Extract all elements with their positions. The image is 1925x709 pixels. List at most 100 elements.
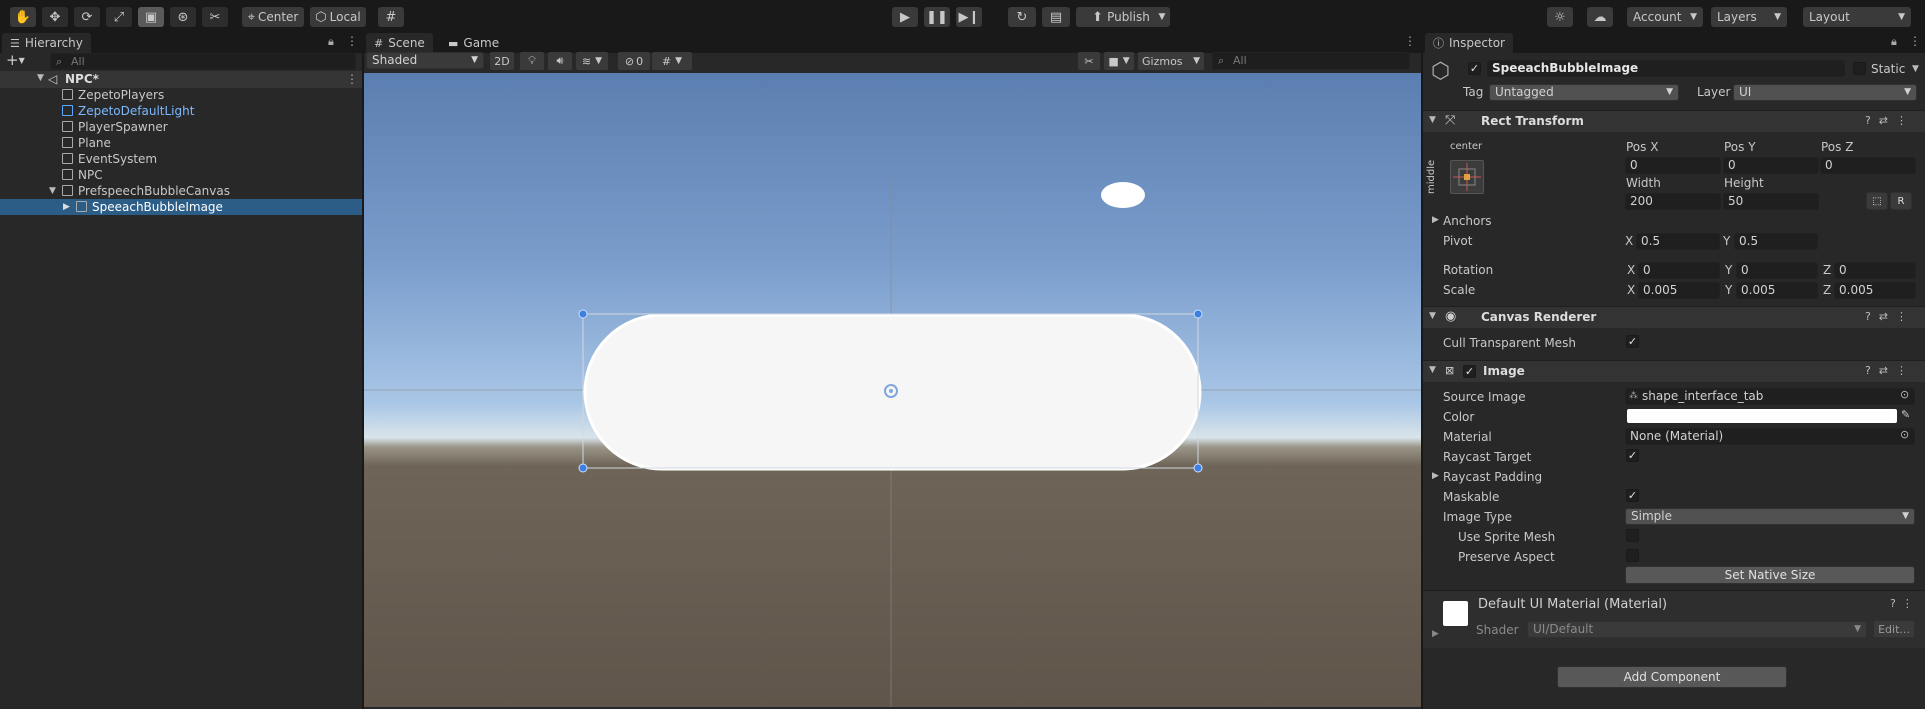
- rect-handle-bottom-left[interactable]: [578, 463, 588, 473]
- scale-tool-button[interactable]: ⤢: [106, 7, 132, 27]
- preset-icon[interactable]: ⇄: [1879, 310, 1896, 323]
- cloud-button[interactable]: ☁: [1587, 7, 1613, 27]
- height-field[interactable]: 50: [1723, 193, 1819, 210]
- use-sprite-mesh-checkbox[interactable]: [1626, 529, 1639, 542]
- add-component-button[interactable]: Add Component: [1557, 666, 1787, 688]
- image-enabled-checkbox[interactable]: ✓: [1463, 365, 1476, 378]
- lighting-toggle-button[interactable]: 💡︎: [520, 52, 544, 70]
- publish-dropdown-button[interactable]: ▼: [1154, 7, 1170, 27]
- hierarchy-item[interactable]: Plane: [0, 135, 362, 151]
- component-header-icons[interactable]: ?⇄⋮: [1865, 364, 1915, 377]
- grid-snap-button[interactable]: #: [378, 7, 404, 27]
- hierarchy-item[interactable]: ▼ PrefspeechBubbleCanvas: [0, 183, 362, 199]
- static-dropdown[interactable]: ▼: [1912, 64, 1919, 74]
- hierarchy-item[interactable]: EventSystem: [0, 151, 362, 167]
- pos-z-field[interactable]: 0: [1820, 157, 1916, 174]
- shader-edit-button[interactable]: Edit...: [1873, 620, 1915, 638]
- rotation-y-field[interactable]: 0: [1736, 262, 1818, 279]
- move-tool-button[interactable]: ✥: [42, 7, 68, 27]
- rect-transform-header[interactable]: ▼ ⤧ Rect Transform ?⇄⋮: [1423, 110, 1925, 132]
- camera-dropdown[interactable]: ■ ▼: [1104, 52, 1134, 70]
- gizmos-dropdown[interactable]: Gizmos ▼: [1138, 52, 1204, 70]
- object-name-field[interactable]: SpeeachBubbleImage: [1487, 60, 1845, 77]
- hierarchy-item[interactable]: NPC: [0, 167, 362, 183]
- preset-icon[interactable]: ⇄: [1879, 114, 1896, 127]
- object-picker-icon[interactable]: ⊙: [1900, 428, 1909, 441]
- preset-icon[interactable]: ⇄: [1879, 364, 1896, 377]
- tab-scene[interactable]: # Scene: [366, 33, 433, 53]
- transform-tool-button[interactable]: ⊛: [170, 7, 196, 27]
- preserve-aspect-checkbox[interactable]: [1626, 549, 1639, 562]
- grid-dropdown[interactable]: # ▼: [652, 52, 692, 70]
- rotation-z-field[interactable]: 0: [1834, 262, 1916, 279]
- services-button[interactable]: ☼: [1547, 7, 1573, 27]
- more-options-icon[interactable]: ⋮: [346, 34, 358, 48]
- audio-toggle-button[interactable]: 🔊︎: [548, 52, 572, 70]
- help-icon[interactable]: ?: [1865, 114, 1879, 127]
- create-button[interactable]: +▼: [6, 51, 25, 69]
- pause-button[interactable]: ❚❚: [924, 7, 950, 27]
- custom-tool-button[interactable]: ✂: [202, 7, 228, 27]
- effects-dropdown[interactable]: ≋ ▼: [576, 52, 608, 70]
- layout-dropdown[interactable]: Layout ▼: [1803, 7, 1911, 27]
- maskable-checkbox[interactable]: ✓: [1626, 489, 1639, 502]
- pivot-space-button[interactable]: ⬡ Local: [310, 7, 366, 27]
- scale-x-field[interactable]: 0.005: [1638, 282, 1720, 299]
- hand-tool-button[interactable]: ✋: [10, 7, 36, 27]
- scene-header-row[interactable]: ▼ ◁ NPC* ⋮: [0, 71, 362, 88]
- rotate-tool-button[interactable]: ⟳: [74, 7, 100, 27]
- pos-y-field[interactable]: 0: [1723, 157, 1819, 174]
- help-icon[interactable]: ?: [1890, 597, 1902, 610]
- lock-icon[interactable]: 🔒︎: [1891, 35, 1897, 49]
- anchors-expand-icon[interactable]: ▶: [1432, 215, 1439, 225]
- rect-handle-bottom-right[interactable]: [1193, 463, 1203, 473]
- pivot-mode-button[interactable]: ⌖ Center: [242, 7, 304, 27]
- step-button[interactable]: ▶❙: [956, 7, 982, 27]
- layers-dropdown[interactable]: Layers ▼: [1711, 7, 1787, 27]
- width-field[interactable]: 200: [1625, 193, 1721, 210]
- tab-hierarchy[interactable]: ☰ Hierarchy: [2, 33, 91, 53]
- tag-dropdown[interactable]: Untagged ▼: [1489, 84, 1679, 101]
- tools-toggle-button[interactable]: ✂: [1078, 52, 1100, 70]
- material-header-icons[interactable]: ?⋮: [1890, 597, 1919, 610]
- more-options-icon[interactable]: ⋮: [1404, 34, 1416, 48]
- component-header-icons[interactable]: ?⇄⋮: [1865, 310, 1915, 323]
- raycast-padding-label[interactable]: Raycast Padding: [1443, 470, 1542, 484]
- play-button[interactable]: ▶: [892, 7, 918, 27]
- rotation-x-field[interactable]: 0: [1638, 262, 1720, 279]
- hidden-objects-toggle[interactable]: ⊘ 0: [618, 52, 650, 70]
- raw-edit-button[interactable]: R: [1890, 192, 1912, 210]
- rect-tool-button[interactable]: ▣: [138, 7, 164, 27]
- hierarchy-item-selected[interactable]: ▶ SpeeachBubbleImage: [0, 199, 362, 215]
- cull-transparent-mesh-checkbox[interactable]: ✓: [1626, 335, 1639, 348]
- color-field[interactable]: [1627, 409, 1897, 423]
- set-native-size-button[interactable]: Set Native Size: [1625, 566, 1915, 584]
- shading-mode-dropdown[interactable]: Shaded ▼: [366, 52, 484, 69]
- shader-dropdown[interactable]: UI/Default ▼: [1527, 621, 1867, 638]
- raycast-target-checkbox[interactable]: ✓: [1626, 449, 1639, 462]
- image-type-dropdown[interactable]: Simple ▼: [1625, 508, 1915, 525]
- object-picker-icon[interactable]: ⊙: [1900, 388, 1909, 401]
- more-options-icon[interactable]: ⋮: [346, 72, 358, 86]
- active-checkbox[interactable]: ✓: [1468, 62, 1481, 75]
- help-icon[interactable]: ?: [1865, 364, 1879, 377]
- help-icon[interactable]: ?: [1865, 310, 1879, 323]
- hierarchy-item[interactable]: ZepetoDefaultLight: [0, 103, 362, 119]
- hierarchy-search-input[interactable]: ⌕ All: [50, 53, 356, 70]
- more-options-icon[interactable]: ⋮: [1896, 114, 1915, 127]
- scene-viewport[interactable]: [364, 73, 1421, 707]
- rect-handle-top-left[interactable]: [578, 309, 588, 319]
- more-options-icon[interactable]: ⋮: [1902, 597, 1919, 610]
- hierarchy-item[interactable]: PlayerSpawner: [0, 119, 362, 135]
- layer-dropdown[interactable]: UI ▼: [1733, 84, 1917, 101]
- anchor-preset-button[interactable]: [1450, 160, 1484, 194]
- component-header-icons[interactable]: ?⇄⋮: [1865, 114, 1915, 127]
- lock-icon[interactable]: 🔒︎: [328, 35, 334, 49]
- raycast-padding-expand-icon[interactable]: ▶: [1432, 471, 1439, 481]
- scene-search-input[interactable]: ⌕ All: [1212, 52, 1410, 70]
- tab-inspector[interactable]: ⓘ Inspector: [1425, 33, 1513, 53]
- pivot-y-field[interactable]: 0.5: [1734, 233, 1818, 250]
- rect-handle-top-right[interactable]: [1193, 309, 1203, 319]
- material-expand-icon[interactable]: ▶: [1432, 629, 1439, 639]
- hierarchy-item[interactable]: ZepetoPlayers: [0, 87, 362, 103]
